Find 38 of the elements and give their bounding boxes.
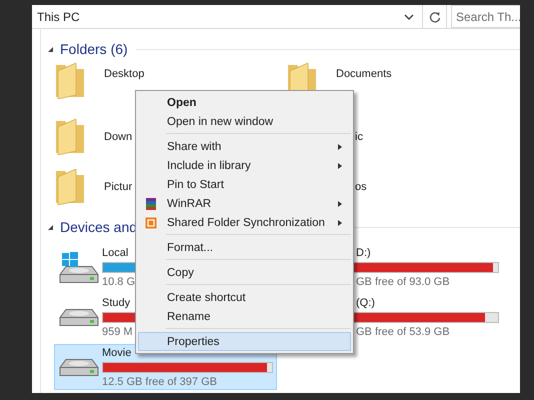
windows-drive-icon [58, 252, 98, 282]
menu-item[interactable]: Pin to Start [138, 175, 351, 194]
drive-icon [58, 358, 98, 376]
refresh-icon [428, 10, 440, 22]
free-space-text: 959 M [102, 324, 134, 338]
collapse-triangle-icon[interactable] [48, 46, 53, 52]
section-header[interactable]: Folders (6) [60, 41, 128, 57]
menu-item[interactable]: Shared Folder Synchronization [138, 213, 351, 232]
book-stack-icon [145, 198, 157, 210]
menu-item[interactable]: Include in library [138, 156, 351, 175]
folder-icon [56, 119, 84, 155]
folder-icon [56, 63, 84, 99]
folder-name[interactable]: os [355, 181, 367, 193]
square-s-icon [145, 216, 157, 228]
folder-name[interactable]: Pictur [104, 181, 132, 193]
menu-item[interactable]: Rename [138, 307, 351, 326]
chevron-down-icon [404, 12, 414, 20]
menu-item[interactable]: Copy [138, 263, 351, 282]
free-space-text: GB free of 53.9 GB [355, 324, 451, 338]
menu-item[interactable]: WinRAR [138, 194, 351, 213]
free-space-text: GB free of 93.0 GB [355, 274, 451, 288]
address-text: This PC [37, 10, 80, 24]
menu-item[interactable]: Share with [138, 137, 351, 156]
menu-item[interactable]: Create shortcut [138, 288, 351, 307]
menu-item[interactable]: Open in new window [138, 112, 351, 131]
collapse-triangle-icon[interactable] [48, 224, 53, 230]
drive-icon [58, 308, 98, 326]
folder-name[interactable]: Desktop [104, 68, 144, 80]
folder-name[interactable]: ic [355, 131, 363, 143]
search-field[interactable]: Search Th... [451, 5, 520, 28]
free-space-text: 12.5 GB free of 397 GB [102, 374, 218, 388]
folder-icon [56, 169, 84, 205]
free-space-text: 10.8 G [102, 274, 136, 288]
folder-name[interactable]: Down [104, 131, 132, 143]
menu-item[interactable]: Open [138, 93, 351, 112]
menu-item[interactable]: Properties [138, 332, 351, 351]
menu-item[interactable]: Format... [138, 238, 351, 257]
folder-name[interactable]: Documents [336, 68, 392, 80]
